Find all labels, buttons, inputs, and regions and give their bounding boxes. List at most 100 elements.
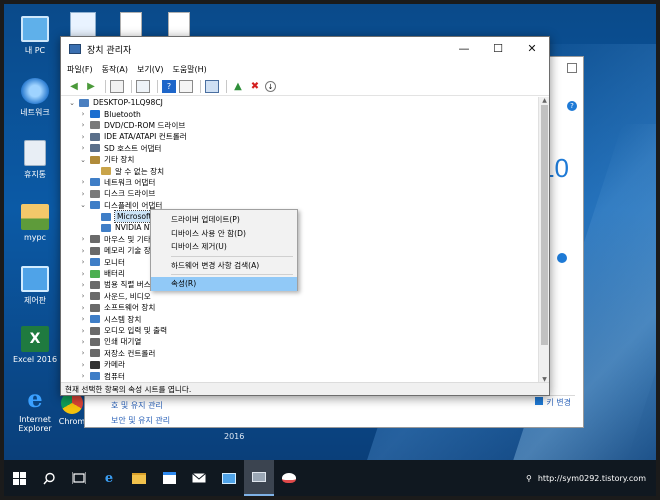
edge-icon[interactable]: e xyxy=(94,460,124,496)
desktop-icon-my-pc[interactable]: 내 PC xyxy=(6,16,64,56)
tree-row[interactable]: › Bluetooth xyxy=(61,108,539,119)
desktop-icon-mypc[interactable]: mypc xyxy=(6,204,64,242)
title-bar[interactable]: 장치 관리자 — ☐ ✕ xyxy=(61,37,549,61)
tree-row[interactable]: › 메모리 기술 장 xyxy=(61,245,539,256)
expand-chevron-icon[interactable]: ⌄ xyxy=(78,201,88,209)
tree-row[interactable]: NVIDIA NV xyxy=(61,222,539,233)
expand-chevron-icon[interactable]: › xyxy=(78,235,88,243)
back-arrow-icon[interactable]: ◀ xyxy=(67,80,81,93)
file-explorer-icon[interactable] xyxy=(124,460,154,496)
close-button[interactable]: ✕ xyxy=(515,37,549,59)
task-view-icon[interactable] xyxy=(64,460,94,496)
context-menu-item[interactable]: 하드웨어 변경 사항 검색(A) xyxy=(151,259,297,273)
expand-chevron-icon[interactable]: › xyxy=(78,178,88,186)
tree-row[interactable]: › 모니터 xyxy=(61,256,539,267)
mail-icon[interactable] xyxy=(184,460,214,496)
expand-chevron-icon[interactable]: › xyxy=(78,258,88,266)
security-maintenance-link[interactable]: 호 및 유지 관리 xyxy=(111,400,163,411)
desktop-file-icon[interactable] xyxy=(70,12,96,38)
tree-row[interactable]: › 사운드, 비디오 xyxy=(61,291,539,302)
desktop-icon-excel[interactable]: X Excel 2016 xyxy=(6,326,64,364)
person-icon[interactable]: ⚲ xyxy=(526,474,532,483)
scan-hardware-icon[interactable]: ↓ xyxy=(265,81,276,92)
forward-arrow-icon[interactable]: ▶ xyxy=(84,80,98,93)
start-button[interactable] xyxy=(4,460,34,496)
show-hide-tree-icon[interactable] xyxy=(110,80,124,93)
status-text: 현재 선택한 항목의 속성 시트를 엽니다. xyxy=(65,384,192,394)
context-menu-item[interactable]: 드라이버 업데이트(P) xyxy=(151,213,297,227)
menu-view[interactable]: 보기(V) xyxy=(137,64,163,75)
context-menu-item[interactable]: 디바이스 제거(U) xyxy=(151,240,297,254)
help-icon[interactable]: ? xyxy=(567,101,577,111)
maximize-icon[interactable] xyxy=(567,63,577,73)
tree-row[interactable]: › 시스템 장치 xyxy=(61,313,539,324)
tree-row[interactable]: › DVD/CD-ROM 드라이브 xyxy=(61,120,539,131)
tree-row[interactable]: › 배터리 xyxy=(61,268,539,279)
tree-row[interactable]: ⌄ 기타 장치 xyxy=(61,154,539,165)
tree-row[interactable]: › 마우스 및 기타 xyxy=(61,234,539,245)
desktop-icon-control-panel[interactable]: 제어판 xyxy=(6,266,64,306)
paint-icon[interactable] xyxy=(274,460,304,496)
expand-chevron-icon[interactable]: › xyxy=(78,190,88,198)
monitor-icon[interactable] xyxy=(205,80,219,93)
help-icon[interactable]: ? xyxy=(162,80,176,93)
expand-chevron-icon[interactable]: › xyxy=(78,133,88,141)
context-menu-item[interactable]: 디바이스 사용 안 함(D) xyxy=(151,227,297,241)
document-file-icon[interactable] xyxy=(168,12,190,38)
tree-row[interactable]: Microsoft 기본 디스플레이 어댑터 xyxy=(61,210,539,224)
expand-chevron-icon[interactable]: › xyxy=(78,327,88,335)
control-panel-taskbar-icon[interactable] xyxy=(214,460,244,496)
update-driver-icon[interactable]: ▲ xyxy=(231,80,245,93)
vertical-scrollbar[interactable]: ▲ ▼ xyxy=(538,97,549,383)
tree-row[interactable]: ⌄ 디스플레이 어댑터 xyxy=(61,200,539,211)
expand-chevron-icon[interactable]: › xyxy=(78,349,88,357)
scroll-up-icon[interactable]: ▲ xyxy=(539,97,550,104)
menu-action[interactable]: 동작(A) xyxy=(102,64,128,75)
context-menu-item[interactable]: 속성(R) xyxy=(151,277,297,291)
scrollbar-thumb[interactable] xyxy=(541,105,548,345)
expand-chevron-icon[interactable]: › xyxy=(78,110,88,118)
tree-row[interactable]: › 오디오 입력 및 출력 xyxy=(61,325,539,336)
tree-row[interactable]: › 소프트웨어 장치 xyxy=(61,302,539,313)
maximize-button[interactable]: ☐ xyxy=(481,37,515,59)
view-icon[interactable] xyxy=(179,80,193,93)
device-manager-taskbar-button[interactable] xyxy=(244,460,274,496)
desktop-icon-recycle-bin[interactable]: 휴지통 xyxy=(6,140,64,180)
change-key-link[interactable]: 키 변경 xyxy=(535,397,571,408)
tree-row[interactable]: › 저장소 컨트롤러 xyxy=(61,348,539,359)
expand-chevron-icon[interactable]: › xyxy=(78,281,88,289)
expand-chevron-icon[interactable]: › xyxy=(78,121,88,129)
security-maintenance-link[interactable]: 보안 및 유지 관리 xyxy=(111,415,170,426)
expand-chevron-icon[interactable]: ⌄ xyxy=(67,99,77,107)
tree-row[interactable]: › IDE ATA/ATAPI 컨트롤러 xyxy=(61,131,539,142)
expand-chevron-icon[interactable]: › xyxy=(78,292,88,300)
expand-chevron-icon[interactable]: › xyxy=(78,270,88,278)
properties-icon[interactable] xyxy=(136,80,150,93)
help-icon[interactable] xyxy=(557,253,567,263)
expand-chevron-icon[interactable]: › xyxy=(78,144,88,152)
menu-help[interactable]: 도움말(H) xyxy=(172,64,206,75)
tree-row[interactable]: › 인쇄 대기열 xyxy=(61,336,539,347)
uninstall-x-icon[interactable]: ✖ xyxy=(248,80,262,93)
pdf-file-icon[interactable] xyxy=(120,12,142,38)
expand-chevron-icon[interactable]: › xyxy=(78,315,88,323)
menu-file[interactable]: 파일(F) xyxy=(67,64,93,75)
desktop-icon-network[interactable]: 네트워크 xyxy=(6,78,64,118)
expand-chevron-icon[interactable]: › xyxy=(78,361,88,369)
tree-row[interactable]: › 범용 직렬 버스 xyxy=(61,279,539,290)
tree-row[interactable]: 알 수 없는 장치 xyxy=(61,165,539,176)
expand-chevron-icon[interactable]: › xyxy=(78,338,88,346)
minimize-button[interactable]: — xyxy=(447,37,481,59)
tree-row[interactable]: › 카메라 xyxy=(61,359,539,370)
tree-row[interactable]: › 네트워크 어댑터 xyxy=(61,177,539,188)
expand-chevron-icon[interactable]: › xyxy=(78,247,88,255)
tree-row[interactable]: › 디스크 드라이브 xyxy=(61,188,539,199)
tree-row[interactable]: › SD 호스트 어댑터 xyxy=(61,143,539,154)
tree-row[interactable]: › 컴퓨터 xyxy=(61,370,539,381)
expand-chevron-icon[interactable]: › xyxy=(78,304,88,312)
tree-row[interactable]: ⌄ DESKTOP-1LQ98CJ xyxy=(61,97,539,108)
expand-chevron-icon[interactable]: › xyxy=(78,372,88,380)
expand-chevron-icon[interactable]: ⌄ xyxy=(78,156,88,164)
store-icon[interactable] xyxy=(154,460,184,496)
search-icon[interactable] xyxy=(34,460,64,496)
